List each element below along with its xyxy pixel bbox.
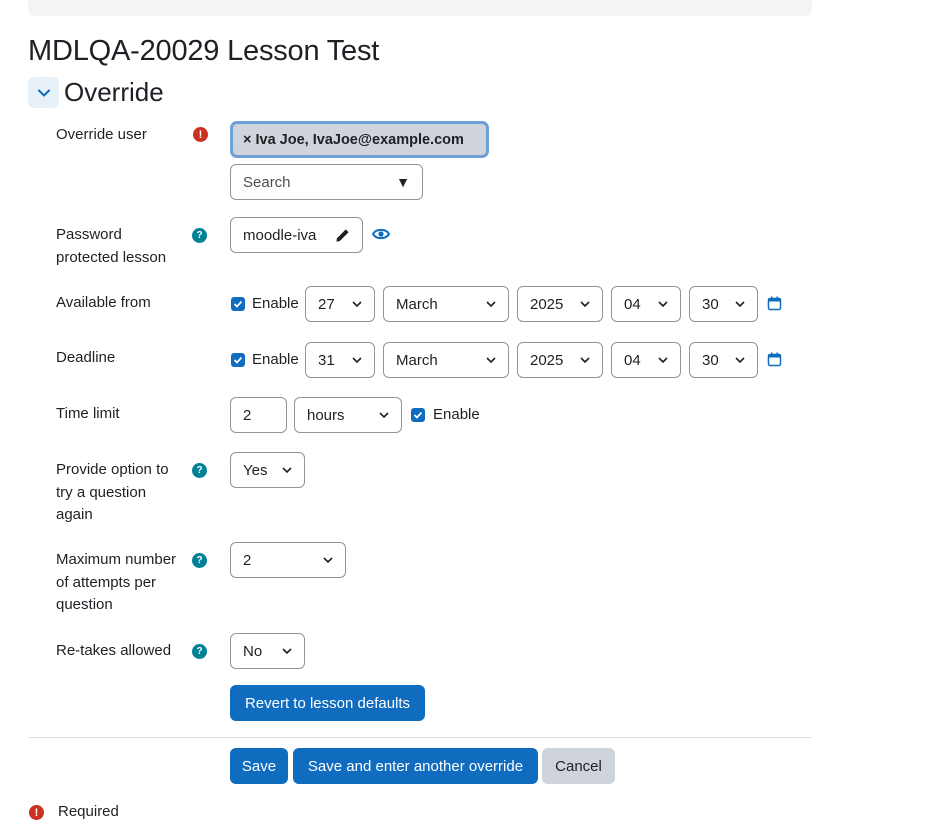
section-title: Override <box>64 77 164 107</box>
available-from-day-value: 27 <box>318 295 335 313</box>
password-value: moodle-iva <box>243 226 317 244</box>
pencil-icon[interactable] <box>335 228 350 243</box>
time-limit-input[interactable]: 2 <box>230 397 287 433</box>
required-legend: Required <box>58 803 119 820</box>
calendar-icon[interactable] <box>767 296 782 311</box>
chevron-down-icon <box>658 357 668 364</box>
available-from-month-value: March <box>396 295 438 313</box>
available-from-enable-checkbox[interactable] <box>231 297 245 311</box>
retakes-select[interactable]: No <box>230 633 305 669</box>
available-from-label: Available from <box>56 294 151 311</box>
max-attempts-select[interactable]: 2 <box>230 542 346 578</box>
time-limit-value: 2 <box>243 406 252 424</box>
available-from-year-value: 2025 <box>530 295 564 313</box>
deadline-day-select[interactable]: 31 <box>305 342 375 378</box>
cancel-button[interactable]: Cancel <box>542 748 615 784</box>
available-from-minute-select[interactable]: 30 <box>689 286 758 322</box>
chevron-down-icon <box>323 557 333 564</box>
time-limit-unit-value: hours <box>307 406 345 424</box>
chevron-down-icon <box>282 648 292 655</box>
deadline-day-value: 31 <box>318 351 335 369</box>
deadline-minute-value: 30 <box>702 351 719 369</box>
deadline-enable-checkbox[interactable] <box>231 353 245 367</box>
chevron-down-icon <box>37 89 50 96</box>
check-icon <box>413 411 423 419</box>
chevron-down-icon <box>352 301 362 308</box>
dropdown-arrow-icon: ▼ <box>396 174 410 190</box>
deadline-enable-label: Enable <box>252 351 299 368</box>
time-limit-unit-select[interactable]: hours <box>294 397 402 433</box>
chevron-down-icon <box>379 412 389 419</box>
available-from-month-select[interactable]: March <box>383 286 509 322</box>
password-field[interactable]: moodle-iva <box>230 217 363 253</box>
deadline-hour-select[interactable]: 04 <box>611 342 681 378</box>
calendar-icon[interactable] <box>767 352 782 367</box>
chevron-down-icon <box>486 357 496 364</box>
required-icon: ! <box>29 805 44 820</box>
chevron-down-icon <box>658 301 668 308</box>
deadline-minute-select[interactable]: 30 <box>689 342 758 378</box>
chevron-down-icon <box>352 357 362 364</box>
selected-user-tag[interactable]: × Iva Joe, IvaJoe@example.com <box>230 121 489 158</box>
max-attempts-label: Maximum number of attempts per question <box>56 551 177 613</box>
time-limit-enable-checkbox[interactable] <box>411 408 425 422</box>
eye-icon[interactable] <box>372 226 390 242</box>
override-user-label: Override user <box>56 126 147 143</box>
help-icon[interactable]: ? <box>192 228 207 243</box>
deadline-month-select[interactable]: March <box>383 342 509 378</box>
try-again-label: Provide option to try a question again <box>56 461 169 523</box>
retakes-label: Re-takes allowed <box>56 642 172 659</box>
help-icon[interactable]: ? <box>192 644 207 659</box>
available-from-hour-select[interactable]: 04 <box>611 286 681 322</box>
chevron-down-icon <box>735 357 745 364</box>
deadline-hour-value: 04 <box>624 351 641 369</box>
help-icon[interactable]: ? <box>192 463 207 478</box>
revert-defaults-button[interactable]: Revert to lesson defaults <box>230 685 425 721</box>
try-again-value: Yes <box>243 461 268 479</box>
chevron-down-icon <box>580 357 590 364</box>
deadline-month-value: March <box>396 351 438 369</box>
available-from-hour-value: 04 <box>624 295 641 313</box>
try-again-select[interactable]: Yes <box>230 452 305 488</box>
deadline-year-value: 2025 <box>530 351 564 369</box>
available-from-minute-value: 30 <box>702 295 719 313</box>
available-from-year-select[interactable]: 2025 <box>517 286 603 322</box>
max-attempts-value: 2 <box>243 551 252 569</box>
deadline-year-select[interactable]: 2025 <box>517 342 603 378</box>
available-from-day-select[interactable]: 27 <box>305 286 375 322</box>
retakes-value: No <box>243 642 263 660</box>
chevron-down-icon <box>580 301 590 308</box>
help-icon[interactable]: ? <box>192 553 207 568</box>
check-icon <box>233 356 243 364</box>
chevron-down-icon <box>735 301 745 308</box>
user-search-input[interactable]: Search ▼ <box>230 164 423 200</box>
deadline-label: Deadline <box>56 349 116 366</box>
time-limit-label: Time limit <box>56 405 120 422</box>
divider <box>28 737 812 738</box>
search-placeholder: Search <box>243 173 291 191</box>
available-from-enable-label: Enable <box>252 295 299 312</box>
password-label: Password protected lesson <box>56 226 167 266</box>
check-icon <box>233 300 243 308</box>
page-title: MDLQA-20029 Lesson Test <box>28 35 380 67</box>
top-bar <box>28 0 812 16</box>
save-another-button[interactable]: Save and enter another override <box>293 748 538 784</box>
time-limit-enable-label: Enable <box>433 406 480 423</box>
chevron-down-icon <box>486 301 496 308</box>
section-collapse-button[interactable] <box>28 77 59 108</box>
required-icon: ! <box>193 127 208 142</box>
chevron-down-icon <box>282 467 292 474</box>
save-button[interactable]: Save <box>230 748 288 784</box>
